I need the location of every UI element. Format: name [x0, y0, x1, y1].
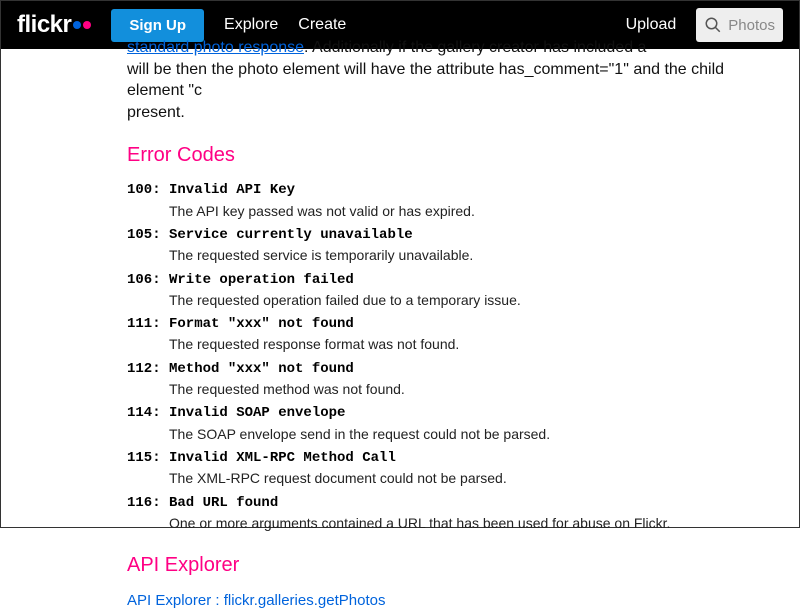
intro-text-2: will be then the photo element will have…: [127, 61, 724, 100]
error-list: 100: Invalid API KeyThe API key passed w…: [127, 180, 775, 533]
intro-text-3: present.: [127, 104, 185, 121]
intro-paragraph: standard photo response. Additionally if…: [127, 37, 775, 123]
api-explorer-link[interactable]: API Explorer : flickr.galleries.getPhoto…: [127, 592, 385, 609]
error-codes-heading: Error Codes: [127, 141, 775, 170]
standard-photo-response-link[interactable]: standard photo response: [127, 39, 304, 56]
error-desc: The requested response format was not fo…: [169, 334, 775, 354]
logo-dot-pink: [83, 21, 91, 29]
error-head: 100: Invalid API Key: [127, 180, 775, 200]
nav-explore[interactable]: Explore: [224, 16, 278, 34]
error-head: 111: Format "xxx" not found: [127, 314, 775, 334]
error-desc: One or more arguments contained a URL th…: [169, 513, 775, 533]
logo[interactable]: flickr: [17, 11, 91, 39]
search-input[interactable]: Photos: [696, 8, 783, 42]
error-desc: The requested operation failed due to a …: [169, 290, 775, 310]
error-head: 112: Method "xxx" not found: [127, 359, 775, 379]
error-desc: The XML-RPC request document could not b…: [169, 468, 775, 488]
error-head: 116: Bad URL found: [127, 493, 775, 513]
error-head: 105: Service currently unavailable: [127, 225, 775, 245]
logo-text: flickr: [17, 11, 71, 39]
logo-dot-blue: [73, 21, 81, 29]
nav-upload[interactable]: Upload: [626, 16, 677, 34]
error-desc: The requested method was not found.: [169, 379, 775, 399]
error-head: 115: Invalid XML-RPC Method Call: [127, 448, 775, 468]
nav-create[interactable]: Create: [298, 16, 346, 34]
search-icon: [704, 16, 722, 34]
api-explorer-heading: API Explorer: [127, 551, 775, 580]
error-head: 106: Write operation failed: [127, 270, 775, 290]
intro-text-1: . Additionally if the gallery creator ha…: [304, 39, 646, 56]
error-desc: The API key passed was not valid or has …: [169, 201, 775, 221]
error-head: 114: Invalid SOAP envelope: [127, 403, 775, 423]
error-desc: The requested service is temporarily una…: [169, 245, 775, 265]
content-area: standard photo response. Additionally if…: [1, 37, 799, 612]
search-placeholder: Photos: [728, 17, 775, 34]
error-desc: The SOAP envelope send in the request co…: [169, 424, 775, 444]
logo-dots: [73, 21, 91, 29]
